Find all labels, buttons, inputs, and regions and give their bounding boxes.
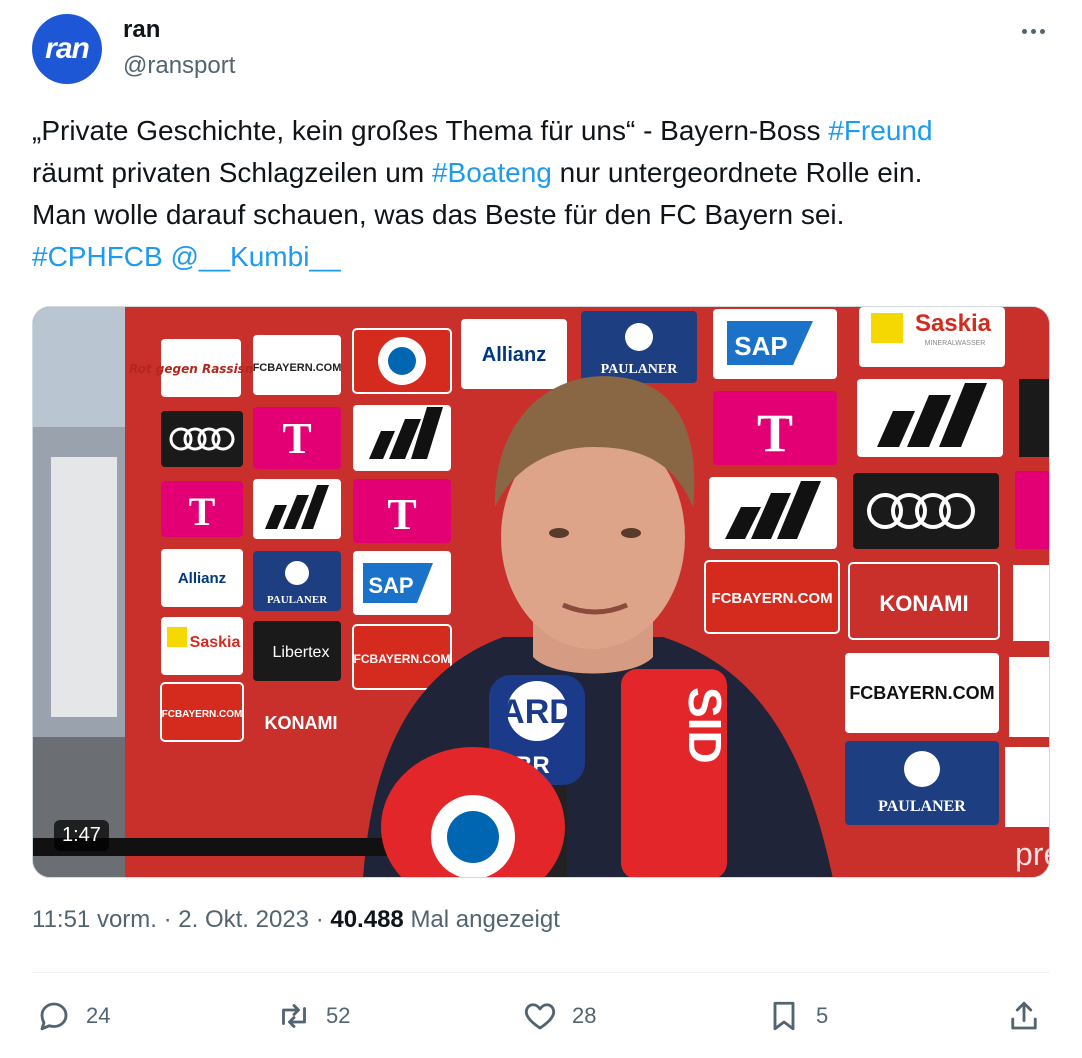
tweet-metadata: 11:51 vorm. · 2. Okt. 2023 · 40.488 Mal … [32, 906, 560, 933]
reply-count: 24 [86, 1003, 111, 1028]
reply-icon [40, 1002, 68, 1031]
retweet-icon [282, 1004, 306, 1028]
hashtag-boateng-link[interactable]: #Boateng [432, 157, 552, 188]
logo-tile [1005, 747, 1049, 827]
bookmark-icon [773, 1001, 795, 1031]
logo-tile [161, 411, 243, 467]
share-button[interactable] [1006, 996, 1042, 1036]
logo-tile [1015, 471, 1049, 549]
sponsor-saskia: Saskia [190, 634, 241, 651]
reply-button[interactable]: 24 [36, 996, 110, 1036]
sponsor-konami: KONAMI [265, 713, 338, 733]
like-count: 28 [572, 1003, 597, 1028]
tweet-text-segment: räumt privaten Schlagzeilen um [32, 157, 432, 188]
lidl-logo-icon [167, 627, 187, 647]
telekom-t-icon: T [282, 414, 311, 463]
sponsor-allianz: Allianz [178, 570, 226, 587]
views-count: 40.488 [330, 906, 404, 933]
heart-icon [524, 1003, 556, 1030]
hashtag-cphfcb-link[interactable]: #CPHFCB [32, 241, 163, 272]
corridor-door [51, 457, 117, 717]
more-options-button[interactable] [1016, 18, 1050, 44]
sponsor-fcbayern: FCBAYERN.COM [162, 709, 243, 720]
retweet-button[interactable]: 52 [276, 996, 350, 1036]
sid-microphone-icon: SID [621, 669, 731, 877]
sponsor-sap: SAP [368, 573, 413, 598]
corridor-wall [33, 307, 125, 427]
sid-logo: SID [679, 687, 731, 764]
share-icon [1011, 1001, 1037, 1030]
retweet-count: 52 [326, 1003, 351, 1028]
action-bar: 24 52 28 5 [32, 996, 1050, 1036]
sponsor-konami: KONAMI [879, 591, 968, 616]
sponsor-sap: SAP [734, 331, 787, 361]
tweet-text-segment: nur untergeordnete Rolle ein. [551, 157, 923, 188]
paulaner-emblem-icon [904, 751, 940, 787]
views-label: Mal angezeigt [410, 906, 560, 933]
sponsor-libertex: Libertex [273, 644, 330, 661]
sponsor-paulaner: PAULANER [878, 798, 966, 815]
telekom-t-icon: T [189, 489, 216, 534]
sponsor-fcbayern: FCBAYERN.COM [253, 362, 342, 374]
ard-logo: ARD [500, 693, 574, 731]
tweet-time: 11:51 vorm. [32, 906, 157, 933]
avatar[interactable]: ran [32, 14, 102, 84]
sponsor-fcbayern: FCBAYERN.COM [711, 590, 832, 607]
like-button[interactable]: 28 [522, 996, 596, 1036]
lidl-logo-icon [871, 313, 903, 343]
sponsor-rot-gegen-rassismus: Rot gegen Rassismus [129, 362, 273, 376]
tweet-timestamp[interactable]: 11:51 vorm. · 2. Okt. 2023 [32, 906, 309, 933]
sponsor-saskia: Saskia [915, 310, 992, 337]
tweet-date: 2. Okt. 2023 [178, 906, 310, 933]
logo-tile [1009, 657, 1049, 737]
telekom-t-icon: T [757, 403, 793, 463]
logo-tile [1013, 565, 1049, 641]
sponsor-paulaner: PAULANER [267, 594, 328, 606]
sponsor-fcbayern: FCBAYERN.COM [849, 683, 994, 703]
sponsor-prese: prese [1015, 836, 1050, 872]
paulaner-emblem-icon [625, 323, 653, 351]
more-dot-icon [1021, 28, 1027, 34]
sponsor-fcbayern: FCBAYERN.COM [354, 652, 451, 666]
video-player[interactable]: Rot gegen Rassismus FCBAYERN.COM Allianz… [32, 306, 1050, 878]
sponsor-paulaner: PAULANER [601, 362, 679, 377]
paulaner-emblem-icon [285, 561, 309, 585]
tweet-text-segment: „Private Geschichte, kein großes Thema f… [32, 115, 829, 146]
sponsor-mineralwasser: MINERALWASSER [925, 340, 986, 347]
tweet-text-segment: Man wolle darauf schauen, was das Beste … [32, 199, 845, 230]
video-duration-badge: 1:47 [54, 820, 109, 851]
hashtag-freund-link[interactable]: #Freund [828, 115, 932, 146]
author-display-name[interactable]: ran [123, 16, 160, 44]
telekom-t-icon: T [387, 490, 416, 539]
mention-kumbi-link[interactable]: @__Kumbi__ [170, 241, 340, 272]
bookmark-button[interactable]: 5 [766, 996, 828, 1036]
more-dot-icon [1030, 28, 1036, 34]
divider [32, 972, 1050, 973]
corridor-floor [33, 737, 125, 877]
bookmark-count: 5 [816, 1003, 829, 1028]
logo-tile [1019, 379, 1049, 457]
sponsor-allianz: Allianz [482, 344, 546, 366]
author-handle[interactable]: @ransport [123, 52, 235, 80]
more-dot-icon [1039, 28, 1045, 34]
fcb-crest-center [388, 347, 416, 375]
tweet-text: „Private Geschichte, kein großes Thema f… [32, 110, 1052, 278]
